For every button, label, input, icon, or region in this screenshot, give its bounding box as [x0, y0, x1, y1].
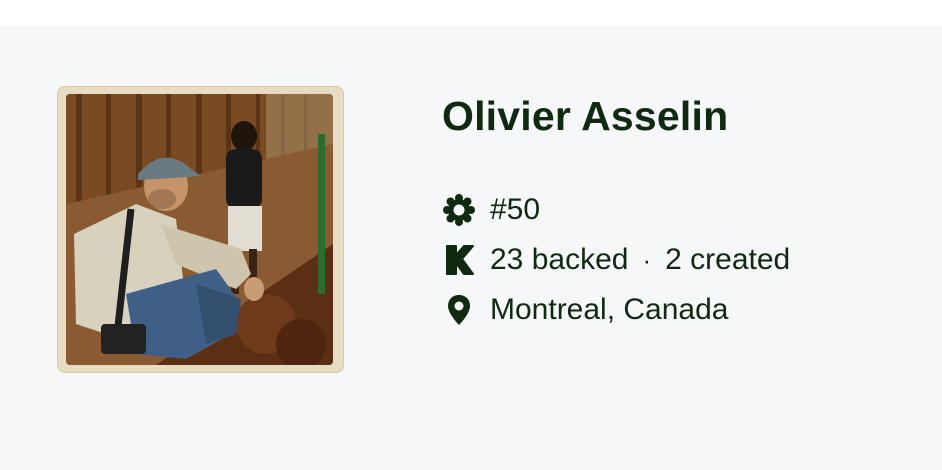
top-strip: [0, 0, 942, 26]
backed-count-link[interactable]: 23 backed: [490, 243, 628, 277]
badge-icon: [443, 194, 475, 226]
rank-row: #50: [442, 190, 540, 230]
location-row: Montreal, Canada: [442, 290, 728, 330]
created-count-link[interactable]: 2 created: [665, 243, 790, 277]
profile-name: Olivier Asselin: [442, 93, 729, 139]
kickstarter-k-icon: [446, 245, 474, 275]
location-link[interactable]: Montreal, Canada: [490, 293, 728, 327]
avatar[interactable]: [57, 86, 344, 373]
backing-row: 23 backed · 2 created: [442, 240, 790, 280]
avatar-image: [66, 94, 333, 365]
rank-label: #50: [490, 193, 541, 226]
separator-dot: ·: [642, 244, 652, 275]
avatar-photo: [66, 94, 333, 365]
map-pin-icon: [448, 295, 470, 325]
